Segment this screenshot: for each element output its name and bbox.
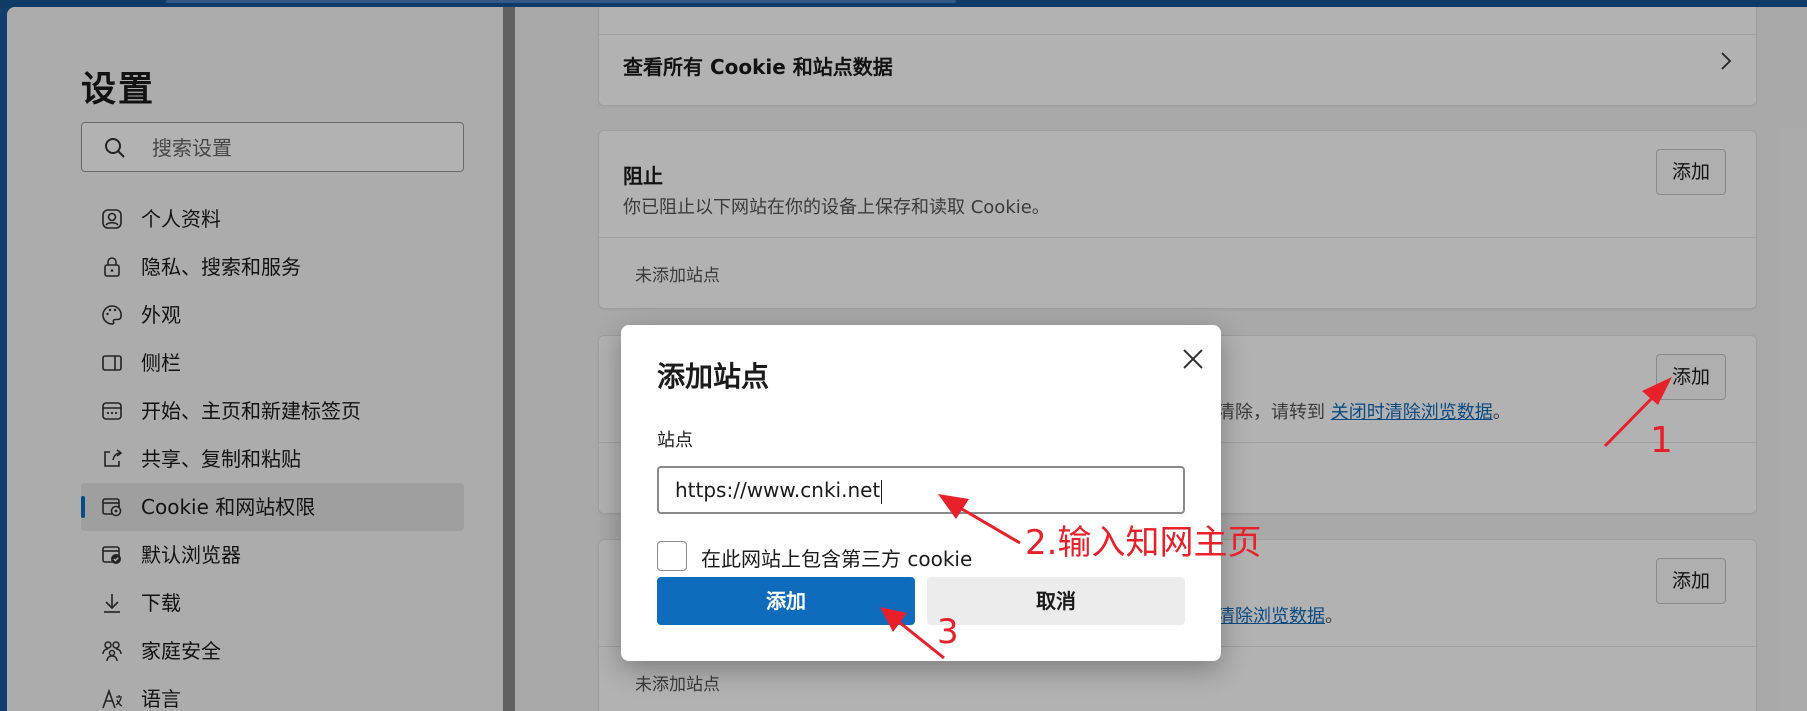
annotation-step-3: 3 <box>937 612 959 652</box>
site-field-label: 站点 <box>657 430 693 451</box>
annotation-step-1: 1 <box>1650 420 1673 461</box>
annotation-step-2: 2.输入知网主页 <box>1025 523 1262 563</box>
add-site-dialog: 添加站点 站点 https://www.cnki.net 在此网站上包含第三方 … <box>621 325 1221 661</box>
third-party-cookie-checkbox[interactable] <box>657 541 687 571</box>
third-party-cookie-label: 在此网站上包含第三方 cookie <box>701 547 973 571</box>
text-caret <box>881 479 883 504</box>
dialog-title: 添加站点 <box>657 360 770 393</box>
close-icon[interactable] <box>1181 347 1205 371</box>
add-button[interactable]: 添加 <box>657 577 915 625</box>
site-input-value: https://www.cnki.net <box>675 478 881 502</box>
cancel-button[interactable]: 取消 <box>927 577 1185 625</box>
site-input[interactable]: https://www.cnki.net <box>657 466 1185 514</box>
